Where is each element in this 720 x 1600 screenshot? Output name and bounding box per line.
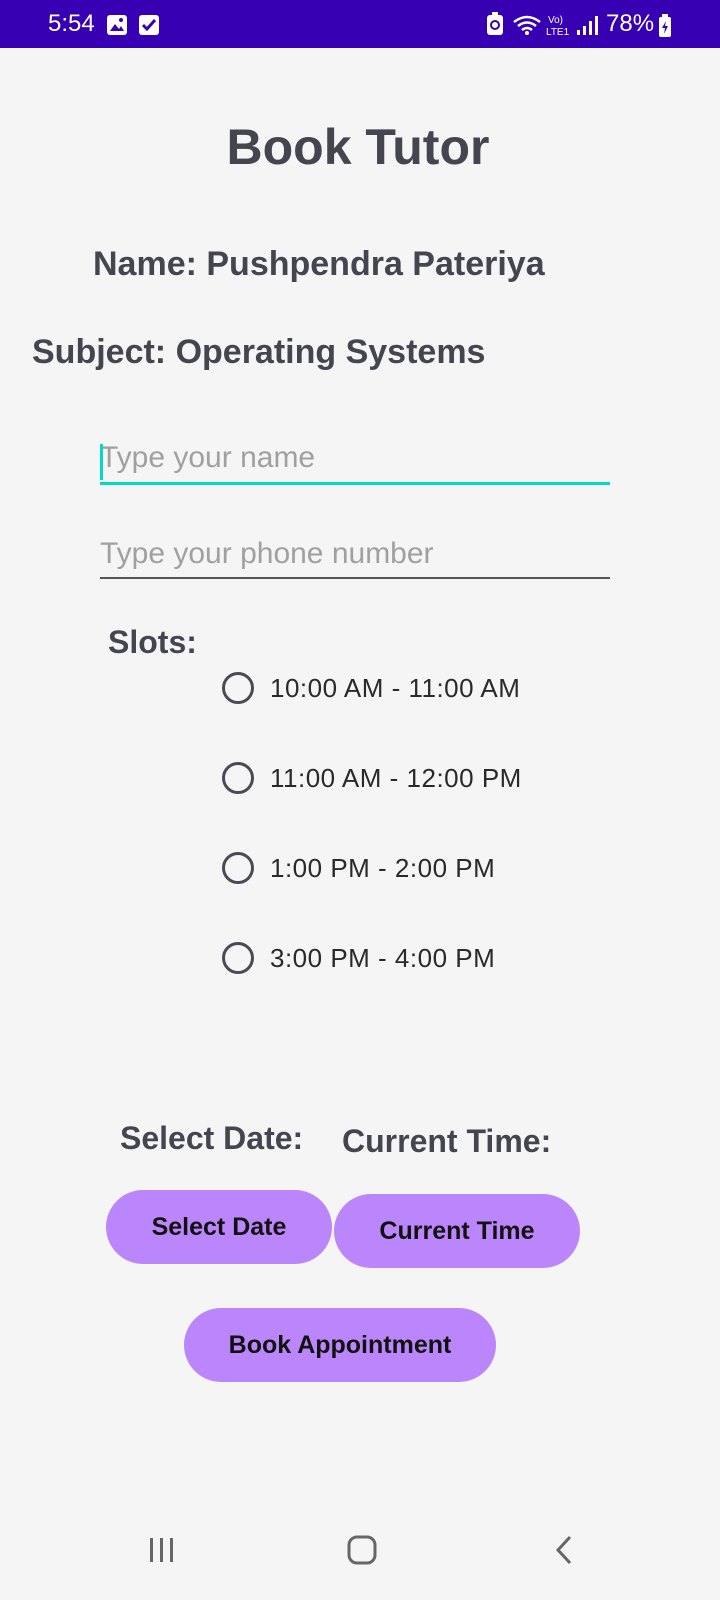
name-input[interactable] [100, 436, 610, 480]
slot-option-label: 3:00 PM - 4:00 PM [270, 942, 496, 973]
page-title: Book Tutor [226, 119, 490, 175]
recent-apps-icon[interactable] [132, 1530, 192, 1570]
phone-input-underline [100, 577, 610, 579]
radio-button-icon[interactable] [222, 942, 254, 974]
svg-text:LTE1: LTE1 [546, 27, 570, 38]
radio-button-icon[interactable] [222, 762, 254, 794]
book-appointment-button[interactable]: Book Appointment [184, 1308, 496, 1382]
slot-option-label: 10:00 AM - 11:00 AM [270, 672, 521, 703]
volte-icon: Vo) LTE1 [546, 12, 572, 43]
battery-percent: 78% [606, 10, 655, 37]
status-bar: 5:54 Vo) LTE1 78% [0, 0, 720, 48]
slots-label: Slots: [108, 624, 197, 660]
radio-button-icon[interactable] [222, 852, 254, 884]
slot-option[interactable]: 11:00 AM - 12:00 PM [222, 756, 522, 800]
text-cursor [100, 444, 103, 480]
recycle-icon [486, 12, 504, 41]
slot-option-label: 1:00 PM - 2:00 PM [270, 852, 496, 883]
back-icon[interactable] [534, 1530, 594, 1570]
select-date-label: Select Date: [120, 1120, 304, 1156]
tutor-subject: Subject: Operating Systems [32, 333, 486, 371]
slot-option[interactable]: 1:00 PM - 2:00 PM [222, 846, 495, 890]
home-icon[interactable] [332, 1530, 392, 1570]
checkbox-icon [138, 14, 160, 41]
slot-option-label: 11:00 AM - 12:00 PM [270, 762, 522, 793]
gallery-icon [106, 14, 128, 41]
navigation-bar [0, 1500, 720, 1600]
radio-button-icon[interactable] [222, 672, 254, 704]
svg-text:Vo): Vo) [548, 15, 563, 26]
current-time-label: Current Time: [342, 1123, 552, 1159]
wifi-icon [512, 14, 542, 41]
screen: 5:54 Vo) LTE1 78% Book Tutor Name: Pushp… [0, 0, 720, 1600]
current-time-button[interactable]: Current Time [334, 1194, 580, 1268]
slot-option[interactable]: 3:00 PM - 4:00 PM [222, 936, 495, 980]
tutor-name: Name: Pushpendra Pateriya [93, 245, 545, 283]
slot-option[interactable]: 10:00 AM - 11:00 AM [222, 666, 520, 710]
signal-icon [576, 14, 598, 41]
select-date-button[interactable]: Select Date [106, 1190, 332, 1264]
battery-icon [658, 14, 672, 43]
name-input-underline [100, 482, 610, 485]
phone-input[interactable] [100, 532, 610, 576]
status-time: 5:54 [48, 10, 95, 37]
